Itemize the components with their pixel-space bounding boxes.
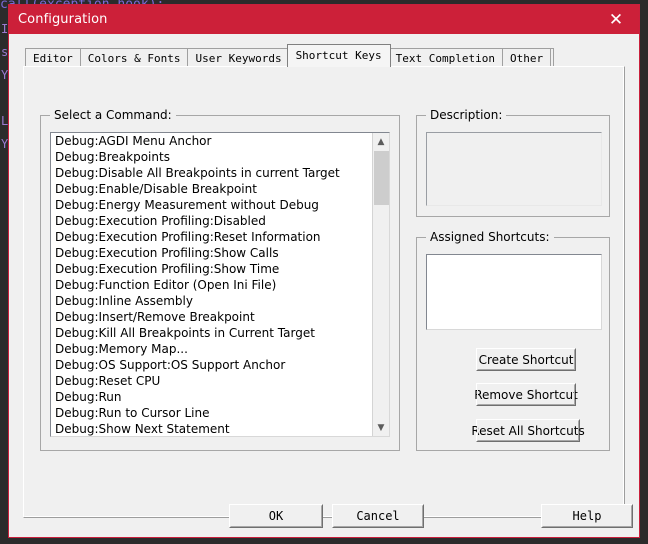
- shortcut-keys-tab-page: Select a Command: Debug:AGDI Menu Anchor…: [23, 66, 625, 518]
- help-button[interactable]: Help: [541, 504, 633, 528]
- list-item[interactable]: Debug:Breakpoints: [51, 149, 372, 165]
- list-item[interactable]: Debug:Function Editor (Open Ini File): [51, 277, 372, 293]
- select-a-command-group: Select a Command: Debug:AGDI Menu Anchor…: [40, 108, 400, 451]
- list-item[interactable]: Debug:AGDI Menu Anchor: [51, 133, 372, 149]
- list-item[interactable]: Debug:Disable All Breakpoints in current…: [51, 165, 372, 181]
- dialog-titlebar: Configuration ✕: [9, 5, 639, 34]
- command-list-frame: Debug:AGDI Menu Anchor Debug:Breakpoints…: [50, 132, 390, 437]
- tab-other[interactable]: Other: [502, 48, 552, 67]
- select-a-command-label: Select a Command:: [50, 108, 176, 122]
- assigned-shortcuts-group: Assigned Shortcuts: Create Shortcut Remo…: [416, 230, 610, 451]
- list-item[interactable]: Debug:Enable/Disable Breakpoint: [51, 181, 372, 197]
- tab-strip: Editor Colors & Fonts User Keywords Shor…: [25, 44, 555, 67]
- list-item[interactable]: Debug:Execution Profiling:Show Calls: [51, 245, 372, 261]
- tab-shortcut-keys[interactable]: Shortcut Keys: [286, 44, 391, 67]
- list-item[interactable]: Debug:Execution Profiling:Disabled: [51, 213, 372, 229]
- assigned-shortcuts-list[interactable]: [426, 254, 602, 330]
- create-shortcut-button[interactable]: Create Shortcut: [476, 348, 576, 371]
- ok-button[interactable]: OK: [229, 504, 323, 528]
- remove-shortcut-button[interactable]: Remove Shortcut: [474, 383, 578, 406]
- assigned-shortcuts-label: Assigned Shortcuts:: [426, 230, 554, 244]
- list-item[interactable]: Debug:Execution Profiling:Reset Informat…: [51, 229, 372, 245]
- chevron-up-icon[interactable]: ▲: [373, 133, 389, 150]
- scrollbar-thumb[interactable]: [374, 151, 389, 205]
- list-item[interactable]: Debug:Insert/Remove Breakpoint: [51, 309, 372, 325]
- description-field: [426, 132, 602, 206]
- cancel-button[interactable]: Cancel: [332, 504, 424, 528]
- list-item[interactable]: Debug:Run to Cursor Line: [51, 405, 372, 421]
- reset-all-shortcuts-button[interactable]: Reset All Shortcuts: [471, 419, 585, 442]
- list-item[interactable]: Debug:Kill All Breakpoints in Current Ta…: [51, 325, 372, 341]
- tab-user-keywords[interactable]: User Keywords: [187, 48, 290, 67]
- configuration-dialog: Configuration ✕ Editor Colors & Fonts Us…: [8, 4, 640, 538]
- list-item[interactable]: Debug:Reset CPU: [51, 373, 372, 389]
- list-item[interactable]: Debug:Run: [51, 389, 372, 405]
- list-item[interactable]: Debug:Energy Measurement without Debug: [51, 197, 372, 213]
- tab-colors-and-fonts[interactable]: Colors & Fonts: [79, 48, 189, 67]
- list-item[interactable]: Debug:Show Next Statement: [51, 421, 372, 436]
- list-item[interactable]: Debug:Execution Profiling:Show Time: [51, 261, 372, 277]
- command-list[interactable]: Debug:AGDI Menu Anchor Debug:Breakpoints…: [51, 133, 372, 436]
- tab-editor[interactable]: Editor: [25, 48, 81, 67]
- list-item[interactable]: Debug:Inline Assembly: [51, 293, 372, 309]
- chevron-down-icon[interactable]: ▼: [373, 419, 389, 436]
- command-list-scrollbar[interactable]: ▲ ▼: [372, 133, 389, 436]
- description-label: Description:: [426, 108, 507, 122]
- description-group: Description:: [416, 108, 610, 217]
- close-icon[interactable]: ✕: [593, 5, 639, 34]
- list-item[interactable]: Debug:OS Support:OS Support Anchor: [51, 357, 372, 373]
- dialog-title: Configuration: [18, 12, 108, 27]
- list-item[interactable]: Debug:Memory Map...: [51, 341, 372, 357]
- tab-text-completion[interactable]: Text Completion: [387, 48, 503, 67]
- dialog-client-area: Editor Colors & Fonts User Keywords Shor…: [9, 34, 639, 537]
